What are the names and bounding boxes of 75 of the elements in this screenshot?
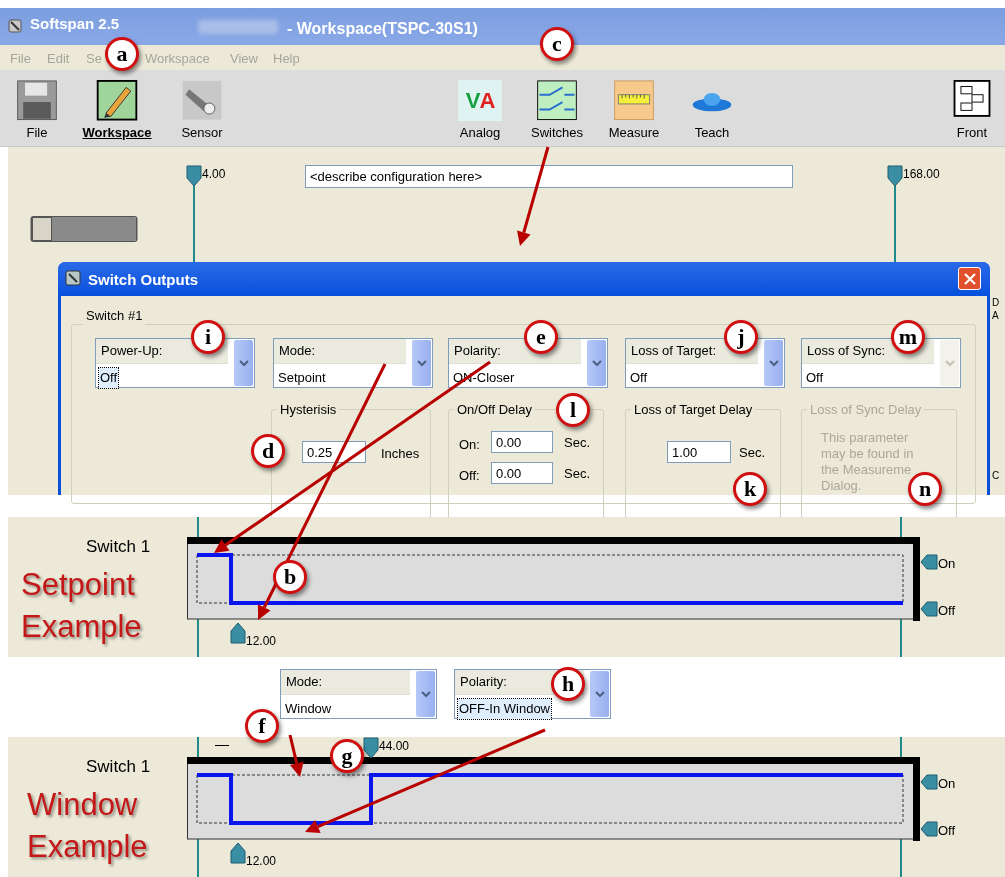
level-marker-icon xyxy=(920,601,938,617)
dropdown-button[interactable] xyxy=(234,340,253,386)
dropdown-button[interactable] xyxy=(587,340,606,386)
unit-label: Sec. xyxy=(739,444,765,462)
chevron-down-icon xyxy=(768,359,779,367)
selected-value: Off xyxy=(629,369,649,387)
window-title: Softspan 2.5 xyxy=(30,15,120,33)
level-marker-icon xyxy=(920,774,938,790)
dropdown-button[interactable] xyxy=(590,671,609,717)
marker-value: 44.00 xyxy=(379,738,410,755)
chevron-down-icon xyxy=(594,690,605,698)
close-icon xyxy=(963,272,976,285)
switch-symbols-icon xyxy=(535,80,579,121)
marker-value: 168.00 xyxy=(903,166,940,183)
field-label: Off: xyxy=(459,467,480,485)
callout-label: k xyxy=(733,472,767,506)
dropdown-button[interactable] xyxy=(412,340,431,386)
sensor-icon xyxy=(64,269,82,287)
level-label: On xyxy=(938,775,956,793)
marker-value: 12.00 xyxy=(246,853,277,870)
window-caption: Window xyxy=(27,786,138,824)
chevron-down-icon xyxy=(238,359,249,367)
toolbar-button[interactable]: Sensor xyxy=(160,80,244,142)
setpoint-caption: Example xyxy=(21,608,142,646)
selected-value: Off xyxy=(805,369,825,387)
unit-label: Sec. xyxy=(564,465,590,483)
selected-value: Setpoint xyxy=(277,369,327,387)
position-marker-icon xyxy=(230,622,246,644)
setpoint-caption: Setpoint xyxy=(21,566,135,604)
edge-label: D xyxy=(992,297,1000,309)
callout-label: f xyxy=(245,709,279,743)
number-field[interactable]: 0.00 xyxy=(491,462,553,484)
edge-label: C xyxy=(992,470,1000,482)
window-caption: Example xyxy=(27,828,148,866)
position-marker-icon xyxy=(887,165,903,187)
description-field[interactable]: <describe configuration here> xyxy=(305,165,793,188)
chevron-down-icon xyxy=(944,359,955,367)
selected-value: Window xyxy=(284,700,333,718)
edge-label: A xyxy=(992,310,999,322)
switch-label: Switch 1 xyxy=(86,756,151,778)
selected-value: Off xyxy=(99,368,119,388)
pencil-icon xyxy=(95,80,139,121)
level-label: Off xyxy=(938,822,956,840)
dropdown-button[interactable] xyxy=(416,671,435,717)
number-field[interactable]: 1.00 xyxy=(667,441,731,463)
callout-label: n xyxy=(908,472,942,506)
sensor-icon xyxy=(6,17,24,35)
toolbar-button[interactable]: Front xyxy=(930,80,1005,142)
marker-value: 12.00 xyxy=(246,633,277,650)
chevron-down-icon xyxy=(420,690,431,698)
sensor-icon xyxy=(180,80,224,121)
unit-label: Inches xyxy=(381,445,420,463)
level-label: On xyxy=(938,555,956,573)
unit-label: Sec. xyxy=(564,434,590,452)
position-marker-icon xyxy=(186,165,202,187)
window-title: - Workspace(TSPC-30S1) xyxy=(287,19,478,39)
level-label: Off xyxy=(938,602,956,620)
field-label: On: xyxy=(459,436,480,454)
dropdown[interactable]: Mode: Window xyxy=(280,669,437,719)
dropdown-button[interactable] xyxy=(764,340,783,386)
level-marker-icon xyxy=(920,821,938,837)
selected-value: OFF-In Window xyxy=(458,699,551,719)
analog-icon: VA xyxy=(458,80,502,121)
chevron-down-icon xyxy=(591,359,602,367)
marker-value: 4.00 xyxy=(202,166,226,183)
dialog-title: Switch Outputs xyxy=(88,270,198,290)
position-marker-icon xyxy=(230,842,246,864)
ruler-icon xyxy=(612,80,656,121)
level-marker-icon xyxy=(920,554,938,570)
chevron-down-icon xyxy=(416,359,427,367)
close-button[interactable] xyxy=(958,267,981,290)
switch-label: Switch 1 xyxy=(86,536,151,558)
dropdown[interactable]: Mode: Setpoint xyxy=(273,338,433,388)
number-field[interactable]: 0.25 xyxy=(302,441,366,463)
number-field[interactable]: 0.00 xyxy=(491,431,553,453)
